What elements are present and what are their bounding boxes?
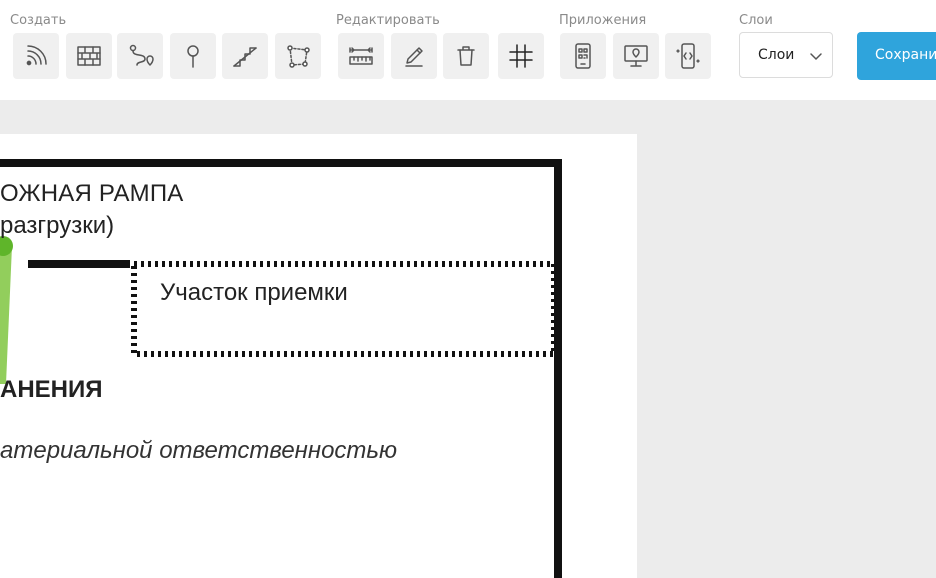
label-unloading: разгрузки) bbox=[0, 212, 115, 239]
phone-code-icon bbox=[676, 43, 700, 69]
tool-kiosk[interactable] bbox=[613, 33, 659, 79]
tool-measure[interactable] bbox=[338, 33, 384, 79]
grid-icon bbox=[509, 44, 533, 68]
floor-plan[interactable]: ОЖНАЯ РАМПА разгрузки) Участок приемки А… bbox=[0, 134, 637, 578]
brick-wall-icon bbox=[77, 46, 101, 66]
label-responsibility: атериальной ответственностью bbox=[0, 437, 398, 464]
save-button[interactable]: Сохранить bbox=[857, 32, 936, 80]
layers-select[interactable]: Слои bbox=[739, 32, 833, 78]
chevron-down-icon bbox=[810, 53, 822, 61]
green-segment bbox=[0, 246, 12, 384]
tool-polygon[interactable] bbox=[275, 33, 321, 79]
label-receiving-zone: Участок приемки bbox=[160, 279, 348, 306]
group-label-apps: Приложения bbox=[559, 13, 647, 28]
monitor-pin-icon bbox=[624, 45, 648, 67]
label-storage-zone: АНЕНИЯ bbox=[0, 376, 103, 403]
tool-grid[interactable] bbox=[498, 33, 544, 79]
layers-select-value: Слои bbox=[758, 47, 795, 63]
tool-wall[interactable] bbox=[66, 33, 112, 79]
tool-qr-app[interactable] bbox=[560, 33, 606, 79]
tool-pin[interactable] bbox=[170, 33, 216, 79]
receiving-zone-border bbox=[131, 261, 557, 357]
ruler-icon bbox=[349, 47, 373, 65]
tool-delete[interactable] bbox=[443, 33, 489, 79]
tool-signal[interactable] bbox=[13, 33, 59, 79]
toolbar: Создать Редактировать Приложения Слои Сл… bbox=[0, 0, 936, 100]
tool-sdk[interactable] bbox=[665, 33, 711, 79]
tool-stairs[interactable] bbox=[222, 33, 268, 79]
group-label-layers: Слои bbox=[739, 13, 773, 28]
group-label-edit: Редактировать bbox=[336, 13, 440, 28]
pin-icon bbox=[187, 45, 199, 68]
tool-route[interactable] bbox=[117, 33, 163, 79]
qr-phone-icon bbox=[575, 43, 591, 69]
tool-edit[interactable] bbox=[391, 33, 437, 79]
label-ramp: ОЖНАЯ РАМПА bbox=[0, 180, 184, 207]
pencil-icon bbox=[405, 47, 423, 67]
group-label-create: Создать bbox=[10, 13, 67, 28]
stairs-icon bbox=[233, 47, 257, 67]
trash-icon bbox=[457, 46, 475, 66]
route-icon bbox=[129, 44, 154, 66]
signal-icon bbox=[26, 45, 47, 66]
polygon-icon bbox=[287, 45, 310, 68]
